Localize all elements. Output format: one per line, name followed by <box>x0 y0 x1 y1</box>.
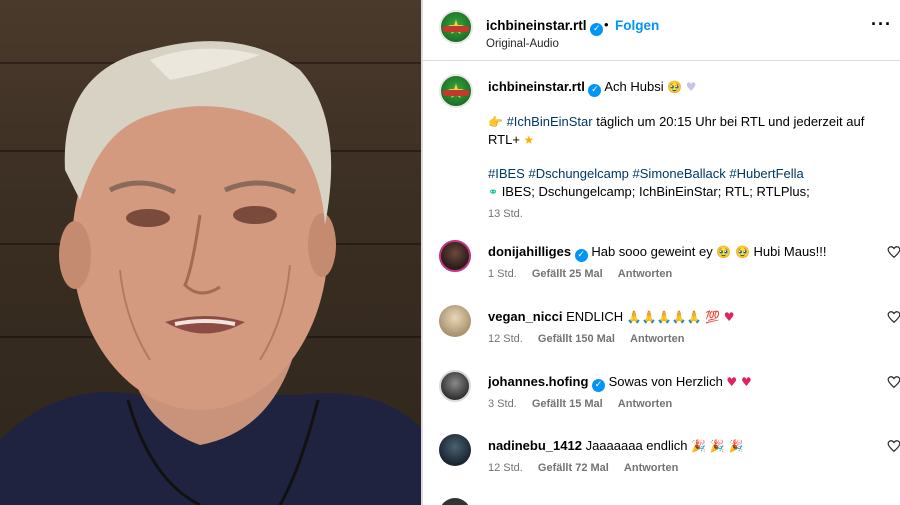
pointing-hand-icon: 👉 <box>488 115 503 129</box>
caption-tags: IBES; Dschungelcamp; IchBinEinStar; RTL;… <box>501 184 810 199</box>
reel-video[interactable] <box>0 0 423 505</box>
comment-item: vegan_nicci ENDLICH 🙏🙏🙏🙏🙏 💯 ♥ 12 Std. Ge… <box>437 305 900 355</box>
pink-heart-icon: ♥ ♥ <box>726 375 752 389</box>
heart-icon[interactable] <box>887 375 900 389</box>
comment-meta: 3 Std. Gefällt 15 Mal Antworten <box>488 398 684 410</box>
hashtag-links[interactable]: #IBES #Dschungelcamp #SimoneBallack #Hub… <box>488 166 804 181</box>
comment-meta: 1 Std. Gefällt 25 Mal Antworten <box>488 268 684 280</box>
verified-badge-icon: ✓ <box>592 379 606 392</box>
heart-icon[interactable] <box>887 245 900 259</box>
hashtag-link[interactable]: #IchBinEinStar <box>507 114 593 129</box>
link-icon: ⚭ <box>488 185 499 199</box>
header-divider <box>423 60 900 61</box>
caption-first-text: Ach Hubsi <box>604 79 664 94</box>
comment-body-2: Hubi Maus!!! <box>753 244 827 259</box>
comment-time[interactable]: 1 Std. <box>488 268 517 280</box>
comment-username[interactable]: donijahilliges <box>488 244 571 259</box>
reply-button[interactable]: Antworten <box>630 333 684 345</box>
comment-item: donijahilliges ✓ Hab sooo geweint ey 🥹 🥹… <box>437 240 900 290</box>
comment-text: nadinebu_1412 Jaaaaaaa endlich 🎉 🎉 🎉 <box>488 438 873 453</box>
comment-time[interactable]: 12 Std. <box>488 462 523 474</box>
person-portrait <box>0 41 423 505</box>
comment-username[interactable]: vegan_nicci <box>488 309 562 324</box>
post-header: ★ ichbineinstar.rtl ✓ • Folgen Original-… <box>437 8 900 60</box>
crying-face-icon: 🥹 <box>716 245 732 259</box>
comment-item: nadinebu_1412 Jaaaaaaa endlich 🎉 🎉 🎉 12 … <box>437 434 900 484</box>
party-popper-icon: 🎉 🎉 🎉 <box>691 439 744 453</box>
verified-badge-icon: ✓ <box>588 84 602 97</box>
comment-text: johannes.hofing ✓ Sowas von Herzlich ♥ ♥ <box>488 374 873 392</box>
verified-badge-icon: ✓ <box>590 23 604 36</box>
separator-dot: • <box>604 17 609 32</box>
praying-hands-icon: 🙏🙏🙏🙏🙏 <box>626 310 702 324</box>
reply-button[interactable]: Antworten <box>618 268 672 280</box>
comment-meta: 12 Std. Gefällt 150 Mal Antworten <box>488 333 696 345</box>
comment-avatar[interactable] <box>439 305 471 337</box>
reply-button[interactable]: Antworten <box>624 462 678 474</box>
comment-avatar[interactable] <box>439 370 471 402</box>
caption-line2: täglich um 20:15 Uhr bei RTL und jederze… <box>596 114 865 129</box>
header-username[interactable]: ichbineinstar.rtl ✓ <box>486 18 604 36</box>
caption-body: ichbineinstar.rtl ✓ Ach Hubsi 🥹 ♥ 👉 #Ich… <box>488 78 893 223</box>
comment-avatar[interactable] <box>439 240 471 272</box>
comment-time[interactable]: 3 Std. <box>488 398 517 410</box>
caption-line2-cont: RTL+ <box>488 132 520 147</box>
comment-likes[interactable]: Gefällt 25 Mal <box>532 268 603 280</box>
comment-avatar[interactable] <box>439 434 471 466</box>
logo-banner <box>443 90 469 96</box>
caption-username[interactable]: ichbineinstar.rtl <box>488 79 585 94</box>
heart-icon[interactable] <box>887 439 900 453</box>
emotional-face-icon: 🥹 <box>734 245 750 259</box>
comment-username[interactable]: nadinebu_1412 <box>488 438 582 453</box>
comment-item: johannes.hofing ✓ Sowas von Herzlich ♥ ♥… <box>437 370 900 420</box>
verified-badge-icon: ✓ <box>574 249 588 262</box>
comment-likes[interactable]: Gefällt 150 Mal <box>538 333 615 345</box>
white-heart-icon: ♥ <box>685 80 697 94</box>
account-avatar[interactable]: ★ <box>439 10 473 44</box>
caption-time[interactable]: 13 Std. <box>488 205 893 223</box>
comment-time[interactable]: 12 Std. <box>488 333 523 345</box>
comment-text: vegan_nicci ENDLICH 🙏🙏🙏🙏🙏 💯 ♥ <box>488 309 873 324</box>
hundred-points-icon: 💯 <box>705 310 721 324</box>
crying-face-icon: 🥹 <box>667 80 683 94</box>
star-emoji-icon: ★ <box>523 133 535 147</box>
comment-body: Sowas von Herzlich <box>608 374 723 389</box>
follow-button[interactable]: Folgen <box>615 18 659 33</box>
red-heart-icon: ♥ <box>723 310 735 324</box>
caption-avatar[interactable]: ★ <box>439 74 473 108</box>
comment-username[interactable]: johannes.hofing <box>488 374 588 389</box>
more-horizontal-icon[interactable]: ··· <box>871 14 892 35</box>
comment-body: Jaaaaaaa endlich <box>585 438 688 453</box>
comment-likes[interactable]: Gefällt 72 Mal <box>538 462 609 474</box>
audio-label[interactable]: Original-Audio <box>486 38 559 50</box>
heart-icon[interactable] <box>887 310 900 324</box>
comment-text: donijahilliges ✓ Hab sooo geweint ey 🥹 🥹… <box>488 244 873 262</box>
comment-body: ENDLICH <box>566 309 624 324</box>
comment-likes[interactable]: Gefällt 15 Mal <box>532 398 603 410</box>
header-username-text[interactable]: ichbineinstar.rtl <box>486 18 587 33</box>
comment-avatar[interactable] <box>439 498 471 505</box>
reply-button[interactable]: Antworten <box>618 398 672 410</box>
comment-body: Hab sooo geweint ey <box>591 244 713 259</box>
post-side-panel: ★ ichbineinstar.rtl ✓ • Folgen Original-… <box>423 0 900 505</box>
comment-meta: 12 Std. Gefällt 72 Mal Antworten <box>488 462 690 474</box>
logo-banner <box>443 26 469 32</box>
